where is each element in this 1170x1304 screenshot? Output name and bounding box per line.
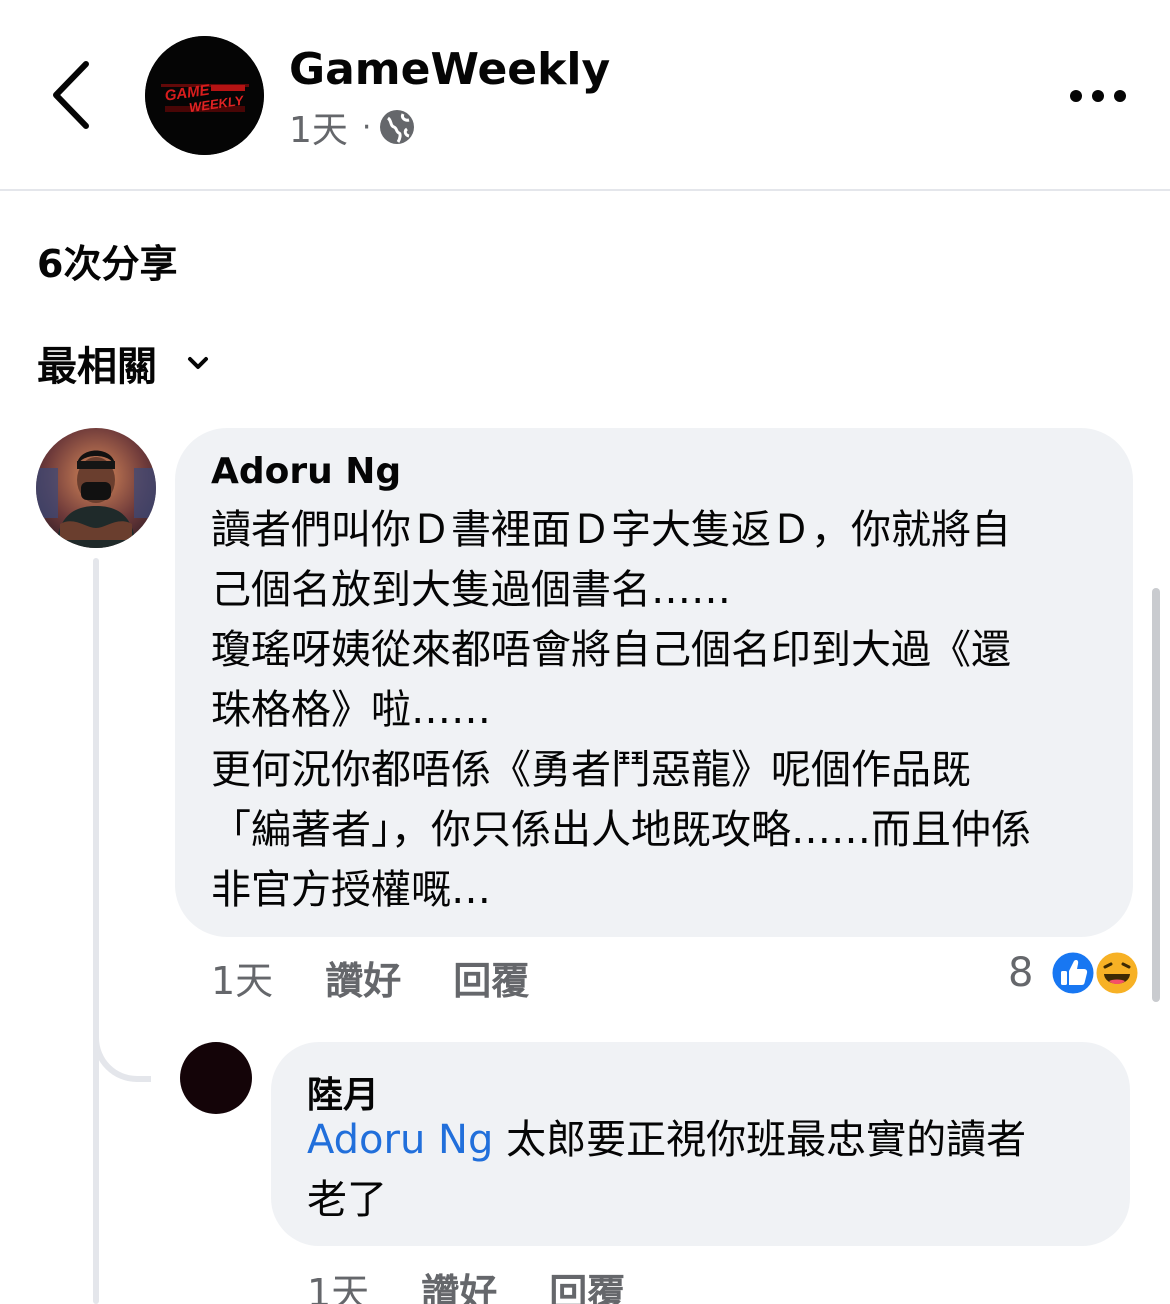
reply-button[interactable]: 回覆 [453,950,529,1005]
comment-time: 1天 [211,958,274,1003]
reply-text: Adoru Ng 太郎要正視你班最忠實的讀者 老了 [307,1110,1107,1230]
comment-line: 「編著者」，你只係出人地既攻略……而且仲係 [211,807,1031,853]
commenter-avatar[interactable] [36,428,156,548]
post-meta: 1天 · [289,104,415,151]
reply-time: 1天 [307,1270,370,1304]
comment-line: 珠格格》啦…… [211,687,491,733]
reaction-summary[interactable]: 8 [1008,946,1141,1000]
mention-link[interactable]: Adoru Ng [307,1117,493,1163]
back-button[interactable] [44,58,104,132]
reply-line-text: 太郎要正視你班最忠實的讀者 [493,1117,1027,1163]
reply-line: 老了 [307,1177,387,1223]
meta-separator: · [361,109,372,145]
comments-screen: GAME WEEKLY GameWeekly 1天 · 6次分享 最相關 Ado… [0,0,1170,1304]
scrollbar[interactable] [1152,588,1160,1002]
reply-button[interactable]: 回覆 [549,1262,625,1304]
post-header: GAME WEEKLY GameWeekly 1天 · [0,0,1170,191]
reply-actions: 1天 讚好 回覆 [307,1262,625,1304]
comment-actions: 1天 讚好 回覆 [211,950,529,1004]
thread-connector [93,1000,151,1082]
sort-label: 最相關 [37,344,157,390]
comment-line: 瓊瑤呀姨從來都唔會將自己個名印到大過《還 [211,627,1011,673]
avatar-photo [36,428,156,548]
comment-sort-dropdown[interactable]: 最相關 [37,336,209,390]
comment-text: 讀者們叫你Ｄ書裡面Ｄ字大隻返Ｄ，你就將自 己個名放到大隻過個書名…… 瓊瑤呀姨從… [211,500,1111,920]
share-count[interactable]: 6次分享 [37,233,177,288]
more-options-button[interactable] [1062,76,1134,116]
reply-line: Adoru Ng 太郎要正視你班最忠實的讀者 [307,1110,1107,1170]
chevron-down-icon [188,357,208,369]
chevron-left-icon [53,61,89,129]
gameweekly-logo: GAME WEEKLY [145,36,264,155]
page-avatar[interactable]: GAME WEEKLY [145,36,264,155]
thread-line [93,558,99,1304]
post-time: 1天 [289,110,348,151]
haha-icon [1093,949,1141,997]
comment-line: 讀者們叫你Ｄ書裡面Ｄ字大隻返Ｄ，你就將自 [211,507,1011,553]
like-icon [1049,949,1097,997]
more-horizontal-icon [1070,90,1126,102]
reaction-count: 8 [1008,950,1034,996]
like-button[interactable]: 讚好 [421,1262,497,1304]
like-button[interactable]: 讚好 [325,950,401,1005]
reply-avatar[interactable] [180,1042,252,1114]
comment-line: 己個名放到大隻過個書名…… [211,567,731,613]
comment-line: 更何況你都唔係《勇者鬥惡龍》呢個作品既 [211,747,971,793]
comment-line: 非官方授權嘅… [211,867,491,913]
page-name[interactable]: GameWeekly [289,44,610,95]
globe-icon [380,110,415,144]
comment-author[interactable]: Adoru Ng [211,451,401,492]
